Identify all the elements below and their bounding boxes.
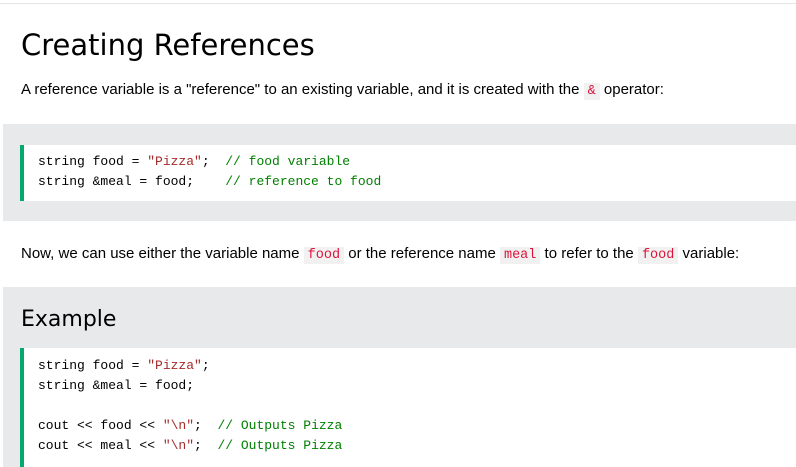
code-block: string food = "Pizza"; // food variable …	[20, 145, 796, 201]
code-line: string &meal = food;	[38, 376, 796, 396]
top-divider	[0, 3, 796, 4]
code-text: cout << food <<	[38, 418, 163, 433]
code-string: "\n"	[162, 418, 195, 433]
code-text: ;	[194, 438, 218, 453]
inline-code-meal: meal	[499, 247, 541, 264]
code-line: string &meal = food; // reference to foo…	[38, 172, 796, 192]
code-comment: // reference to food	[225, 174, 382, 189]
example-title: Example	[21, 307, 117, 332]
inline-code-ampersand: &	[583, 83, 600, 100]
para-text: variable:	[678, 245, 740, 262]
example-code-block: string food = "Pizza"; string &meal = fo…	[20, 348, 796, 467]
code-text: string &meal = food;	[38, 378, 195, 393]
inline-code-food: food	[303, 247, 345, 264]
code-comment: // Outputs Pizza	[217, 418, 343, 433]
code-text: string &meal = food;	[38, 174, 226, 189]
example-panel: Example string food = "Pizza"; string &m…	[3, 287, 796, 467]
explanation-paragraph: Now, we can use either the variable name…	[21, 244, 739, 266]
code-string: "\n"	[162, 438, 195, 453]
page-title: Creating References	[21, 28, 315, 62]
code-panel: string food = "Pizza"; // food variable …	[3, 124, 796, 221]
code-text: string food =	[38, 358, 148, 373]
code-string: "Pizza"	[147, 358, 202, 373]
code-line: string food = "Pizza";	[38, 356, 796, 376]
code-text: ;	[201, 154, 226, 169]
intro-text-end: operator:	[599, 81, 664, 98]
inline-code-food: food	[637, 247, 679, 264]
para-text: to refer to the	[540, 245, 638, 262]
code-line: string food = "Pizza"; // food variable	[38, 152, 796, 172]
code-line: cout << food << "\n"; // Outputs Pizza	[38, 416, 796, 436]
code-string: "Pizza"	[147, 154, 202, 169]
intro-text-start: A reference variable is a "reference" to…	[21, 81, 584, 98]
code-comment: // food variable	[225, 154, 351, 169]
code-text: ;	[194, 418, 218, 433]
code-line: cout << meal << "\n"; // Outputs Pizza	[38, 436, 796, 456]
code-text: cout << meal <<	[38, 438, 163, 453]
code-comment: // Outputs Pizza	[217, 438, 343, 453]
code-text: string food =	[38, 154, 148, 169]
intro-paragraph: A reference variable is a "reference" to…	[21, 80, 664, 102]
code-text: ;	[201, 358, 210, 373]
para-text: Now, we can use either the variable name	[21, 245, 304, 262]
para-text: or the reference name	[344, 245, 500, 262]
